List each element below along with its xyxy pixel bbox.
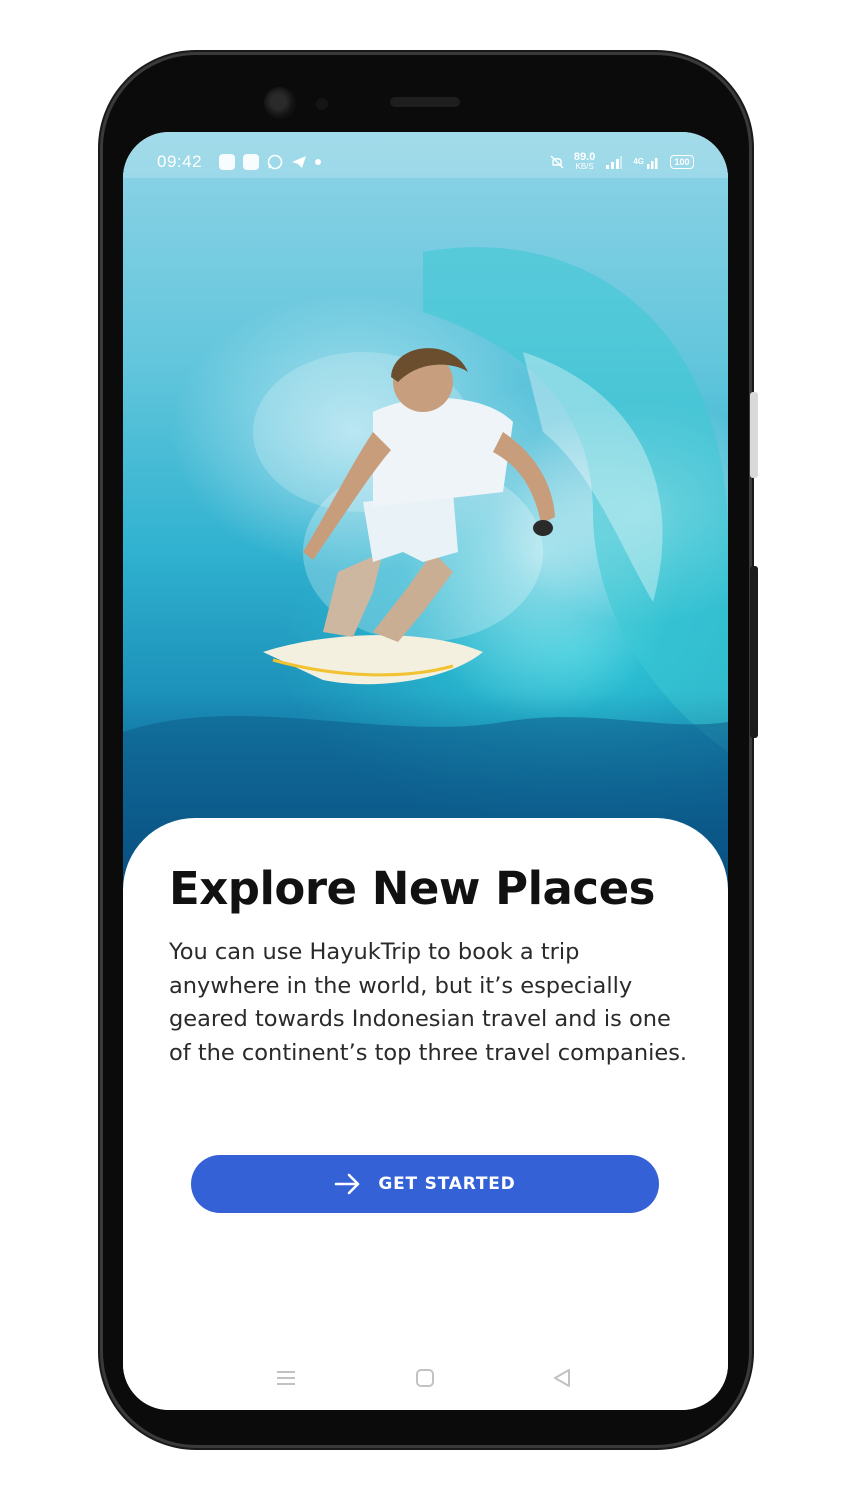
onboarding-card: Explore New Places You can use HayukTrip… [123, 818, 728, 1410]
volume-button [750, 392, 758, 478]
back-icon[interactable] [550, 1367, 574, 1389]
speed-unit: KB/S [575, 162, 594, 171]
system-nav-bar [123, 1357, 728, 1397]
signal-4g-icon: 4G [633, 155, 660, 169]
get-started-label: GET STARTED [378, 1174, 516, 1194]
whatsapp-icon [267, 154, 283, 170]
chat-notification-icon [243, 154, 259, 170]
battery-icon: 100 [670, 155, 694, 169]
power-button [750, 566, 758, 738]
onboarding-description: You can use HayukTrip to book a trip any… [169, 939, 688, 1066]
signal-icon [606, 156, 623, 169]
phone-screen: 09:42 89.0 KB/S 4G 100 Explore New Places… [123, 132, 728, 1410]
onboarding-title: Explore New Places [169, 862, 655, 915]
get-started-button[interactable]: GET STARTED [191, 1155, 659, 1213]
hero-image [123, 132, 728, 892]
status-bar: 09:42 89.0 KB/S 4G 100 [123, 132, 728, 178]
network-type: 4G [633, 157, 644, 166]
mute-bell-icon [550, 155, 564, 169]
more-dot-icon [315, 159, 321, 165]
arrow-right-icon [335, 1173, 360, 1195]
proximity-sensor [316, 98, 328, 110]
menu-icon[interactable] [274, 1367, 298, 1389]
app-notification-icon [219, 154, 235, 170]
status-icons-left [219, 154, 321, 170]
telegram-icon [292, 156, 306, 168]
front-camera [264, 87, 296, 119]
earpiece-speaker [390, 97, 460, 107]
home-icon[interactable] [413, 1367, 437, 1389]
status-time: 09:42 [157, 152, 203, 171]
status-icons-right: 89.0 KB/S 4G 100 [550, 152, 694, 172]
network-speed: 89.0 KB/S [574, 152, 595, 172]
